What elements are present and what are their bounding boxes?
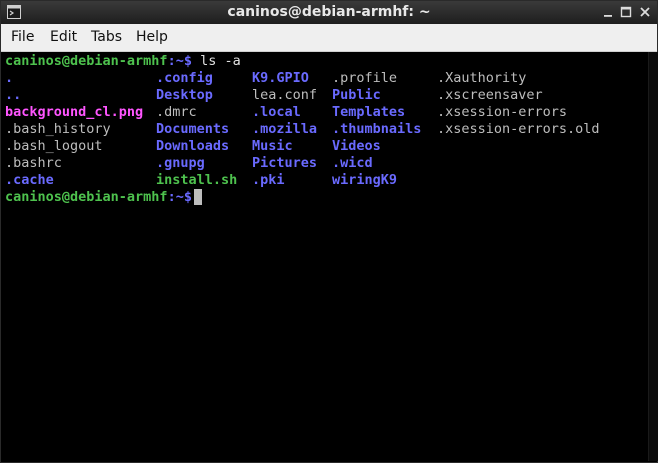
dir-entry: wiringK9: [332, 172, 398, 188]
command-text: ls -a: [191, 53, 241, 69]
dir-entry: .config: [156, 70, 213, 86]
dir-entry: Public: [332, 87, 381, 103]
dir-entry: .mozilla: [252, 121, 318, 137]
prompt-user-host: caninos@debian-armhf: [5, 53, 168, 69]
minimize-icon: [604, 15, 612, 17]
listing-row: background_cl.png .dmrc .local Templates…: [5, 104, 567, 121]
active-prompt-line: caninos@debian-armhf:~$: [5, 189, 202, 206]
dir-entry: K9.GPIO: [252, 70, 309, 86]
file-entry: .xsession-errors.old: [437, 121, 600, 137]
dir-entry: Music: [252, 138, 293, 154]
window-title: caninos@debian-armhf: ~: [227, 4, 431, 20]
title-bar[interactable]: caninos@debian-armhf: ~: [1, 1, 657, 24]
dir-entry: .: [5, 70, 14, 86]
executable-entry: install.sh: [156, 172, 238, 188]
dir-entry: Pictures: [252, 155, 318, 171]
dir-entry: .gnupg: [156, 155, 205, 171]
file-entry: .bash_logout: [5, 138, 103, 154]
dir-entry: .wicd: [332, 155, 373, 171]
file-entry: .bash_history: [5, 121, 111, 137]
dir-entry: .thumbnails: [332, 121, 422, 137]
file-entry: .profile: [332, 70, 398, 86]
listing-row: .cache install.sh .pki wiringK9: [5, 172, 397, 189]
listing-row: . .config K9.GPIO .profile .Xauthority: [5, 70, 526, 87]
menu-tabs[interactable]: Tabs: [91, 24, 122, 51]
prompt-path: :~$: [167, 189, 192, 205]
listing-row: .bash_logout Downloads Music Videos: [5, 138, 381, 155]
dir-entry: ..: [5, 87, 22, 103]
file-entry: lea.conf: [252, 87, 318, 103]
dir-entry: Documents: [156, 121, 230, 137]
listing-row: .. Desktop lea.conf Public .xscreensaver: [5, 87, 543, 104]
close-icon: [640, 7, 650, 17]
dir-entry: Desktop: [156, 87, 213, 103]
menu-help[interactable]: Help: [136, 24, 168, 51]
file-entry: .Xauthority: [437, 70, 527, 86]
file-entry: .xsession-errors: [437, 104, 568, 120]
text-cursor: [193, 189, 202, 205]
prompt-user-host: caninos@debian-armhf: [5, 189, 168, 205]
command-line: caninos@debian-armhf:~$ ls -a: [5, 53, 241, 70]
dir-entry: Templates: [332, 104, 406, 120]
maximize-button[interactable]: [618, 4, 634, 20]
minimize-button[interactable]: [600, 4, 616, 20]
file-entry: .xscreensaver: [437, 87, 543, 103]
file-entry: .bashrc: [5, 155, 62, 171]
dir-entry: .local: [252, 104, 301, 120]
prompt-path: :~$: [167, 53, 192, 69]
listing-row: .bash_history Documents .mozilla .thumbn…: [5, 121, 600, 138]
maximize-icon: [620, 6, 632, 18]
dir-entry: Downloads: [156, 138, 230, 154]
file-entry: .dmrc: [156, 104, 197, 120]
terminal-window: caninos@debian-armhf: ~ File Edit Tabs H…: [0, 0, 658, 463]
image-entry: background_cl.png: [5, 104, 144, 120]
dir-entry: Videos: [332, 138, 381, 154]
menu-bar: File Edit Tabs Help: [1, 24, 657, 52]
menu-edit[interactable]: Edit: [50, 24, 77, 51]
dir-entry: .cache: [5, 172, 54, 188]
menu-file[interactable]: File: [11, 24, 34, 51]
terminal-output[interactable]: caninos@debian-armhf:~$ ls -a . .config …: [3, 52, 648, 461]
listing-row: .bashrc .gnupg Pictures .wicd: [5, 155, 373, 172]
vertical-scrollbar[interactable]: [648, 52, 658, 461]
close-button[interactable]: [637, 4, 653, 20]
dir-entry: .pki: [252, 172, 285, 188]
